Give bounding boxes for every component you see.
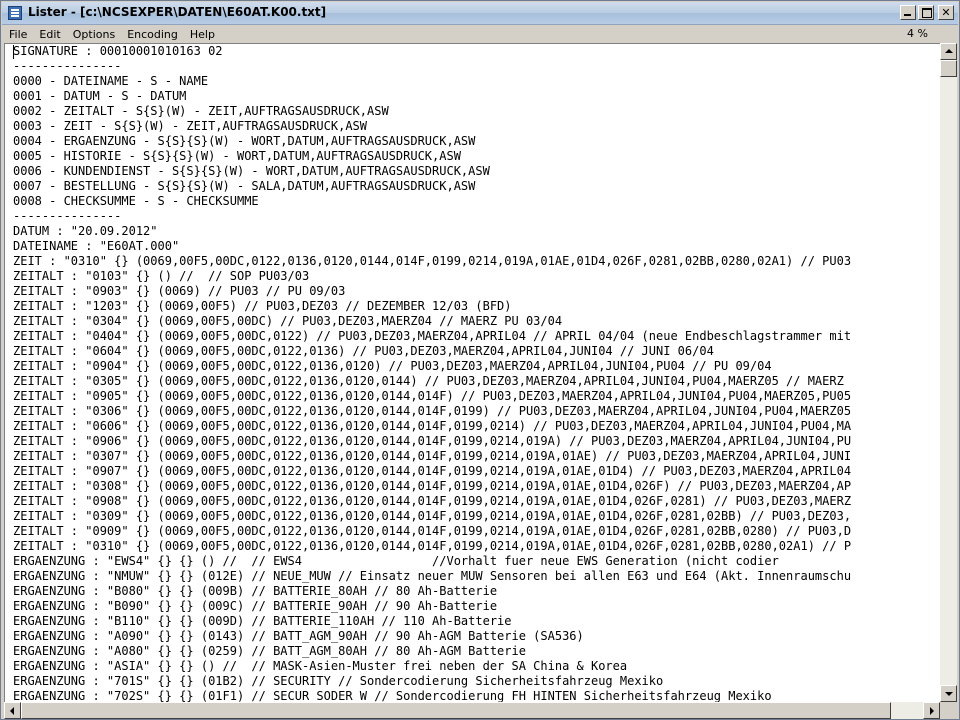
vertical-scrollbar[interactable] <box>940 43 957 702</box>
window-title: Lister - [c:\NCSEXPER\DATEN\E60AT.K00.tx… <box>28 5 327 19</box>
file-content: SIGNATURE : 00010001010163 02 -----------… <box>13 44 851 702</box>
vertical-scroll-thumb[interactable] <box>940 60 957 77</box>
text-viewer[interactable]: SIGNATURE : 00010001010163 02 -----------… <box>4 43 940 702</box>
arrow-left-icon <box>10 707 14 715</box>
scroll-percent-indicator: 4 % <box>907 27 928 40</box>
close-icon[interactable]: ✕ <box>938 5 954 20</box>
text-line: ZEIT : "0310" {} (0069,00F5,00DC,0122,01… <box>13 254 852 268</box>
text-line: 0002 - ZEITALT - S{S}(W) - ZEIT,AUFTRAGS… <box>13 104 389 118</box>
menu-file[interactable]: File <box>2 28 33 41</box>
text-line: ZEITALT : "0308" {} (0069,00F5,00DC,0122… <box>13 479 852 493</box>
text-line: 0007 - BESTELLUNG - S{S}{S}(W) - SALA,DA… <box>13 179 476 193</box>
text-line: ERGAENZUNG : "B090" {} {} (009C) // BATT… <box>13 599 498 613</box>
text-line: 0000 - DATEINAME - S - NAME <box>13 74 209 88</box>
text-line: ZEITALT : "0906" {} (0069,00F5,00DC,0122… <box>13 434 852 448</box>
text-line: ZEITALT : "0606" {} (0069,00F5,00DC,0122… <box>13 419 852 433</box>
text-line: --------------- <box>13 59 122 73</box>
text-line: ZEITALT : "0304" {} (0069,00F5,00DC) // … <box>13 314 563 328</box>
arrow-down-icon <box>945 692 953 696</box>
text-line: ERGAENZUNG : "A090" {} {} (0143) // BATT… <box>13 629 584 643</box>
text-line: SIGNATURE : 00010001010163 02 <box>13 44 223 58</box>
text-line: ERGAENZUNG : "NMUW" {} {} (012E) // NEUE… <box>13 569 852 583</box>
window-controls: ✕ <box>898 5 954 20</box>
lister-window: Lister - [c:\NCSEXPER\DATEN\E60AT.K00.tx… <box>0 0 960 720</box>
text-line: ERGAENZUNG : "701S" {} {} (01B2) // SECU… <box>13 674 664 688</box>
text-line: --------------- <box>13 209 122 223</box>
text-line: ZEITALT : "0307" {} (0069,00F5,00DC,0122… <box>13 449 852 463</box>
text-line: ZEITALT : "0310" {} (0069,00F5,00DC,0122… <box>13 539 852 553</box>
text-line: ZEITALT : "0404" {} (0069,00F5,00DC,0122… <box>13 329 852 343</box>
scroll-right-button[interactable] <box>923 702 940 719</box>
text-line: 0003 - ZEIT - S{S}(W) - ZEIT,AUFTRAGSAUS… <box>13 119 368 133</box>
text-line: DATEINAME : "E60AT.000" <box>13 239 180 253</box>
scroll-up-button[interactable] <box>940 43 957 60</box>
menu-help[interactable]: Help <box>184 28 221 41</box>
text-caret <box>13 45 14 59</box>
text-line: ERGAENZUNG : "ASIA" {} {} () // // MASK-… <box>13 659 628 673</box>
arrow-up-icon <box>945 49 953 53</box>
text-line: ZEITALT : "0903" {} (0069) // PU03 // PU… <box>13 284 346 298</box>
text-line: ZEITALT : "0306" {} (0069,00F5,00DC,0122… <box>13 404 852 418</box>
text-line: ERGAENZUNG : "B110" {} {} (009D) // BATT… <box>13 614 512 628</box>
scroll-down-button[interactable] <box>940 685 957 702</box>
horizontal-scroll-thumb[interactable] <box>21 702 891 719</box>
text-line: ZEITALT : "0909" {} (0069,00F5,00DC,0122… <box>13 524 852 538</box>
menu-options[interactable]: Options <box>67 28 121 41</box>
horizontal-scrollbar[interactable] <box>4 702 940 719</box>
text-line: ZEITALT : "0904" {} (0069,00F5,00DC,0122… <box>13 359 772 373</box>
text-line: 0001 - DATUM - S - DATUM <box>13 89 187 103</box>
text-line: DATUM : "20.09.2012" <box>13 224 158 238</box>
scroll-left-button[interactable] <box>4 702 21 719</box>
text-line: ZEITALT : "0103" {} () // // SOP PU03/03 <box>13 269 310 283</box>
minimize-icon[interactable] <box>900 5 916 20</box>
text-line: ZEITALT : "0604" {} (0069,00F5,00DC,0122… <box>13 344 714 358</box>
text-line: ERGAENZUNG : "B080" {} {} (009B) // BATT… <box>13 584 498 598</box>
text-line: 0005 - HISTORIE - S{S}{S}(W) - WORT,DATU… <box>13 149 461 163</box>
title-bar[interactable]: Lister - [c:\NCSEXPER\DATEN\E60AT.K00.tx… <box>2 2 958 25</box>
menu-bar: File Edit Options Encoding Help 4 % <box>2 25 958 43</box>
text-line: ZEITALT : "0305" {} (0069,00F5,00DC,0122… <box>13 374 844 388</box>
text-line: ERGAENZUNG : "702S" {} {} (01F1) // SECU… <box>13 689 772 702</box>
arrow-right-icon <box>930 707 934 715</box>
text-line: 0004 - ERGAENZUNG - S{S}{S}(W) - WORT,DA… <box>13 134 476 148</box>
lister-app-icon[interactable] <box>8 6 22 20</box>
maximize-icon[interactable] <box>918 5 934 20</box>
text-line: ERGAENZUNG : "EWS4" {} {} () // // EWS4 … <box>13 554 779 568</box>
text-line: ZEITALT : "0309" {} (0069,00F5,00DC,0122… <box>13 509 852 523</box>
menu-encoding[interactable]: Encoding <box>121 28 184 41</box>
text-line: ZEITALT : "0905" {} (0069,00F5,00DC,0122… <box>13 389 852 403</box>
menu-edit[interactable]: Edit <box>33 28 66 41</box>
text-line: 0006 - KUNDENDIENST - S{S}{S}(W) - WORT,… <box>13 164 490 178</box>
scrollbar-corner <box>940 702 957 719</box>
text-line: 0008 - CHECKSUMME - S - CHECKSUMME <box>13 194 259 208</box>
text-line: ZEITALT : "0907" {} (0069,00F5,00DC,0122… <box>13 464 852 478</box>
text-line: ERGAENZUNG : "A080" {} {} (0259) // BATT… <box>13 644 526 658</box>
text-line: ZEITALT : "1203" {} (0069,00F5) // PU03,… <box>13 299 512 313</box>
text-line: ZEITALT : "0908" {} (0069,00F5,00DC,0122… <box>13 494 852 508</box>
